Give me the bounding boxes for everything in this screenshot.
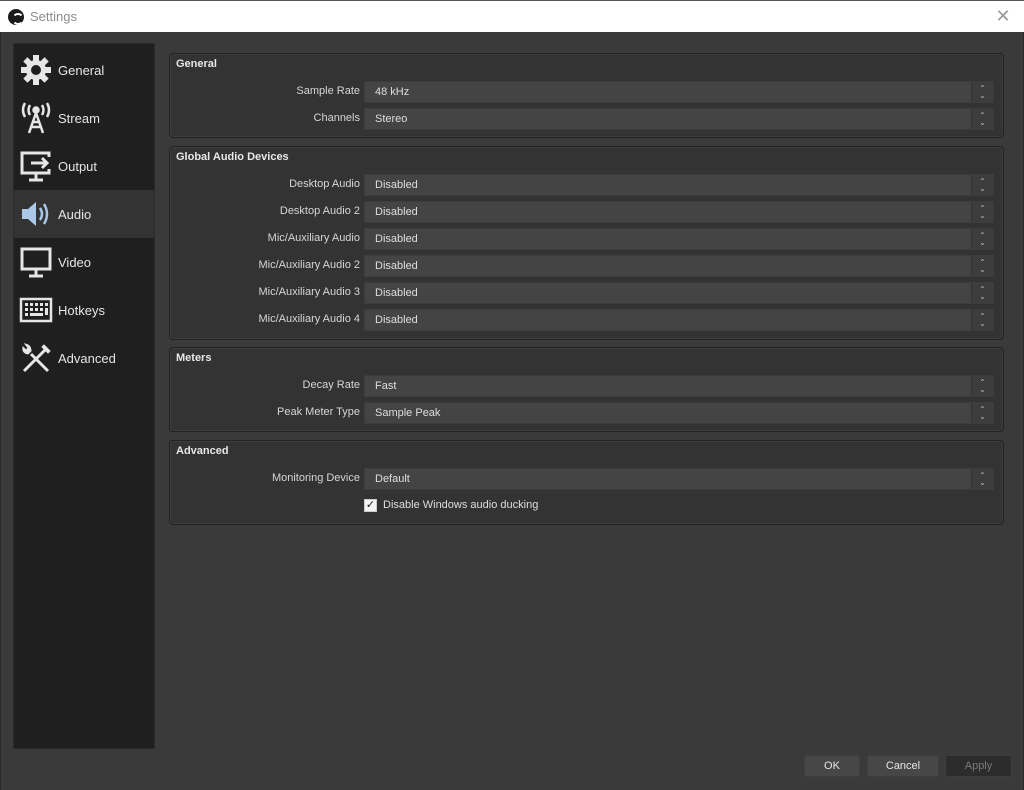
speaker-icon	[18, 196, 54, 232]
setting-label: Monitoring Device	[271, 472, 360, 484]
sidebar-item-label: Advanced	[58, 350, 116, 366]
sidebar-item-label: Video	[58, 254, 92, 270]
window-title: Settings	[30, 9, 77, 24]
group-global-audio-devices: Global Audio Devices Desktop Audio Disab…	[169, 146, 1004, 340]
setting-row-mic-aux-audio-4: Mic/Auxiliary Audio 4 Disabled ⌃ ⌄	[170, 309, 1005, 331]
updown-chevron-icon: ⌃ ⌄	[971, 256, 993, 276]
output-monitor-icon	[18, 148, 54, 184]
sidebar-item-label: General	[58, 62, 105, 78]
broadcast-tower-icon	[18, 100, 54, 136]
group-meters: Meters Decay Rate Fast ⌃ ⌄ Peak Meter Typ…	[169, 347, 1004, 432]
setting-row-mic-aux-audio: Mic/Auxiliary Audio Disabled ⌃ ⌄	[170, 228, 1005, 250]
setting-label: Channels	[313, 112, 360, 124]
select-value: Stereo	[375, 113, 408, 125]
setting-row-desktop-audio-2: Desktop Audio 2 Disabled ⌃ ⌄	[170, 201, 1005, 223]
setting-row-monitoring-device: Monitoring Device Default ⌃ ⌄	[170, 468, 1005, 490]
title-bar: Settings ✕	[0, 0, 1024, 32]
sidebar-item-video[interactable]: Video	[14, 238, 154, 286]
gear-icon	[18, 52, 54, 88]
channels-select[interactable]: Stereo ⌃ ⌄	[364, 108, 994, 130]
setting-label: Desktop Audio	[289, 178, 360, 190]
select-value: 48 kHz	[375, 86, 410, 98]
group-title: Meters	[176, 352, 212, 364]
updown-chevron-icon: ⌃ ⌄	[971, 310, 993, 330]
group-title: General	[176, 58, 217, 70]
mic-aux-audio-3-select[interactable]: Disabled ⌃ ⌄	[364, 282, 994, 304]
group-general: General Sample Rate 48 kHz ⌃ ⌄ Channels S…	[169, 53, 1004, 138]
updown-chevron-icon: ⌃ ⌄	[971, 202, 993, 222]
close-icon[interactable]: ✕	[994, 7, 1012, 25]
setting-label: Sample Rate	[296, 85, 360, 97]
select-value: Default	[375, 473, 410, 485]
sidebar-item-label: Stream	[58, 110, 100, 126]
select-value: Fast	[375, 380, 397, 392]
setting-label: Decay Rate	[302, 379, 360, 391]
updown-chevron-icon: ⌃ ⌄	[971, 82, 993, 102]
select-value: Disabled	[375, 233, 418, 245]
ok-button[interactable]: OK	[804, 755, 860, 777]
sidebar-item-hotkeys[interactable]: Hotkeys	[14, 286, 154, 334]
sidebar-item-label: Output	[58, 158, 98, 174]
mic-aux-audio-select[interactable]: Disabled ⌃ ⌄	[364, 228, 994, 250]
sidebar-item-label: Audio	[58, 206, 92, 222]
setting-label: Mic/Auxiliary Audio 3	[258, 286, 361, 298]
sidebar-item-advanced[interactable]: Advanced	[14, 334, 154, 382]
sidebar-item-output[interactable]: Output	[14, 142, 154, 190]
group-title: Global Audio Devices	[176, 151, 289, 163]
setting-row-desktop-audio: Desktop Audio Disabled ⌃ ⌄	[170, 174, 1005, 196]
setting-label: Peak Meter Type	[277, 406, 360, 418]
mic-aux-audio-4-select[interactable]: Disabled ⌃ ⌄	[364, 309, 994, 331]
group-title: Advanced	[176, 445, 229, 457]
sidebar-item-label: Hotkeys	[58, 302, 105, 318]
obs-logo-icon	[8, 8, 24, 25]
desktop-audio-2-select[interactable]: Disabled ⌃ ⌄	[364, 201, 994, 223]
apply-button[interactable]: Apply	[945, 755, 1012, 777]
select-value: Disabled	[375, 179, 418, 191]
desktop-audio-select[interactable]: Disabled ⌃ ⌄	[364, 174, 994, 196]
setting-row-sample-rate: Sample Rate 48 kHz ⌃ ⌄	[170, 81, 1005, 103]
setting-label: Mic/Auxiliary Audio 4	[258, 313, 361, 325]
disable-audio-ducking-checkbox[interactable]: ✓	[364, 498, 377, 512]
select-value: Sample Peak	[375, 407, 441, 419]
keyboard-icon	[18, 292, 54, 328]
setting-row-mic-aux-audio-2: Mic/Auxiliary Audio 2 Disabled ⌃ ⌄	[170, 255, 1005, 277]
group-advanced: Advanced Monitoring Device Default ⌃ ⌄ ✓ …	[169, 440, 1004, 525]
settings-window: General Stream Output Audio Video Hotkey…	[0, 32, 1024, 790]
disable-audio-ducking-checkbox-row[interactable]: ✓ Disable Windows audio ducking	[364, 497, 538, 513]
select-value: Disabled	[375, 206, 418, 218]
monitoring-device-select[interactable]: Default ⌃ ⌄	[364, 468, 994, 490]
setting-label: Mic/Auxiliary Audio 2	[258, 259, 361, 271]
updown-chevron-icon: ⌃ ⌄	[971, 109, 993, 129]
wrench-screwdriver-icon	[18, 340, 54, 376]
setting-row-mic-aux-audio-3: Mic/Auxiliary Audio 3 Disabled ⌃ ⌄	[170, 282, 1005, 304]
sidebar: General Stream Output Audio Video Hotkey…	[13, 43, 155, 749]
updown-chevron-icon: ⌃ ⌄	[971, 403, 993, 423]
decay-rate-select[interactable]: Fast ⌃ ⌄	[364, 375, 994, 397]
cancel-button[interactable]: Cancel	[867, 755, 939, 777]
updown-chevron-icon: ⌃ ⌄	[971, 175, 993, 195]
setting-label: Desktop Audio 2	[279, 205, 360, 217]
sidebar-item-audio[interactable]: Audio	[14, 190, 154, 238]
setting-label: Mic/Auxiliary Audio	[267, 232, 360, 244]
sidebar-item-general[interactable]: General	[14, 46, 154, 94]
updown-chevron-icon: ⌃ ⌄	[971, 283, 993, 303]
checkbox-label: Disable Windows audio ducking	[383, 499, 539, 511]
updown-chevron-icon: ⌃ ⌄	[971, 469, 993, 489]
select-value: Disabled	[375, 314, 418, 326]
updown-chevron-icon: ⌃ ⌄	[971, 376, 993, 396]
monitor-icon	[18, 244, 54, 280]
updown-chevron-icon: ⌃ ⌄	[971, 229, 993, 249]
select-value: Disabled	[375, 260, 418, 272]
sample-rate-select[interactable]: 48 kHz ⌃ ⌄	[364, 81, 994, 103]
peak-meter-type-select[interactable]: Sample Peak ⌃ ⌄	[364, 402, 994, 424]
select-value: Disabled	[375, 287, 418, 299]
sidebar-item-stream[interactable]: Stream	[14, 94, 154, 142]
setting-row-decay-rate: Decay Rate Fast ⌃ ⌄	[170, 375, 1005, 397]
mic-aux-audio-2-select[interactable]: Disabled ⌃ ⌄	[364, 255, 994, 277]
setting-row-channels: Channels Stereo ⌃ ⌄	[170, 108, 1005, 130]
setting-row-peak-meter-type: Peak Meter Type Sample Peak ⌃ ⌄	[170, 402, 1005, 424]
